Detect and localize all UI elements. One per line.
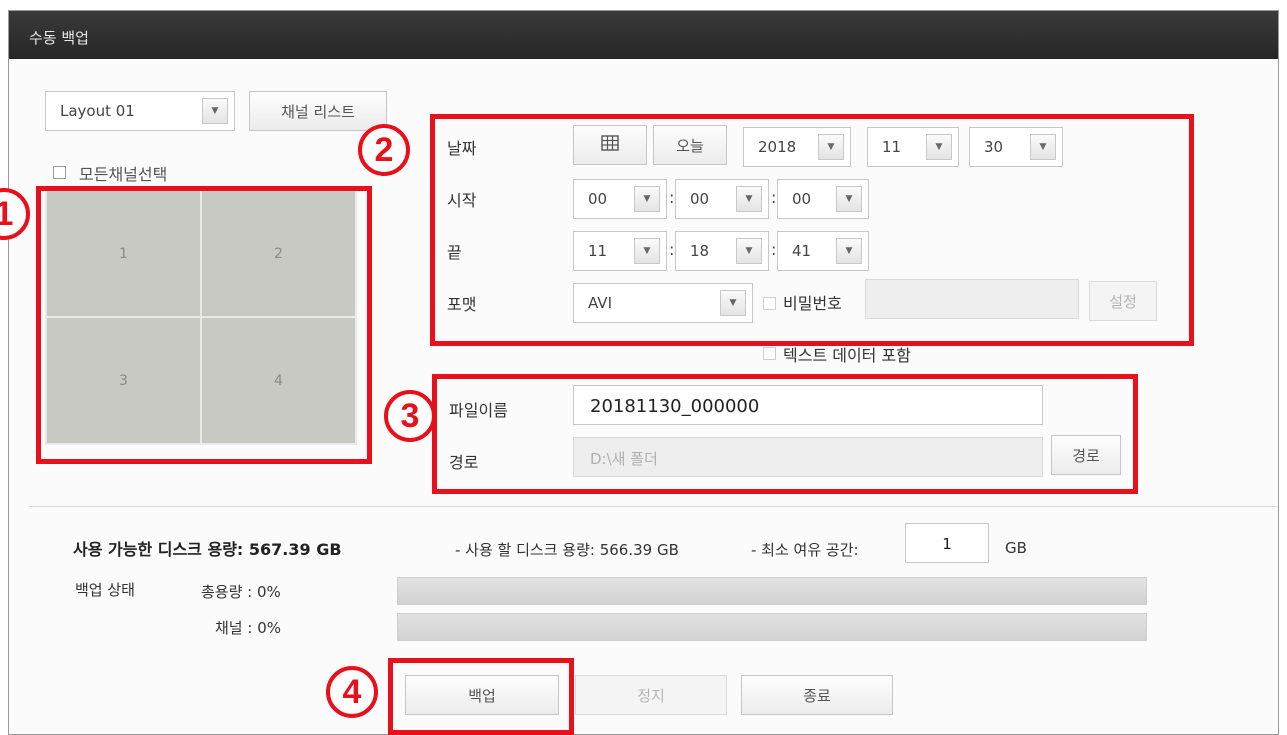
calendar-button[interactable] (573, 125, 647, 165)
manual-backup-window: 수동 백업 Layout 01 ▼ 채널 리스트 모든채널선택 1 2 3 4 … (8, 10, 1279, 735)
end-min-value: 18 (690, 242, 710, 260)
end-hour-value: 11 (588, 242, 608, 260)
start-min-select[interactable]: 00 ▼ (675, 179, 769, 219)
chevron-down-icon: ▼ (202, 98, 228, 124)
path-button[interactable]: 경로 (1051, 435, 1121, 475)
annotation-badge-3: 3 (384, 390, 436, 442)
backup-button[interactable]: 백업 (405, 675, 559, 715)
chevron-down-icon: ▼ (736, 186, 762, 212)
set-password-button[interactable]: 설정 (1089, 281, 1157, 321)
file-name-field[interactable]: 20181130_000000 (573, 385, 1043, 425)
select-all-channels-checkbox[interactable] (53, 166, 66, 179)
password-label: 비밀번호 (783, 294, 842, 313)
format-label: 포맷 (447, 295, 477, 314)
chevron-down-icon: ▼ (634, 238, 660, 264)
day-value: 30 (984, 138, 1004, 156)
chevron-down-icon: ▼ (1030, 134, 1056, 160)
format-select[interactable]: AVI ▼ (573, 283, 753, 323)
chevron-down-icon: ▼ (818, 134, 844, 160)
available-disk-space: 사용 가능한 디스크 용량: 567.39 GB (73, 540, 342, 559)
start-hour-value: 00 (588, 190, 608, 208)
start-sec-select[interactable]: 00 ▼ (777, 179, 869, 219)
channel-list-button[interactable]: 채널 리스트 (249, 91, 387, 131)
channel-cell-1[interactable]: 1 (47, 191, 200, 316)
chevron-down-icon: ▼ (836, 238, 862, 264)
time-separator: : (669, 240, 675, 259)
section-divider (29, 506, 1277, 507)
close-button[interactable]: 종료 (741, 675, 893, 715)
month-select[interactable]: 11 ▼ (867, 127, 959, 167)
channel-progress-bar (397, 613, 1147, 641)
path-label: 경로 (449, 453, 479, 472)
end-label: 끝 (447, 243, 462, 262)
stop-button[interactable]: 정지 (575, 675, 727, 715)
calendar-grid-icon (601, 135, 619, 155)
select-all-channels-label: 모든채널선택 (79, 165, 168, 184)
channel-cell-4[interactable]: 4 (202, 318, 355, 443)
start-min-value: 00 (690, 190, 710, 208)
end-sec-value: 41 (792, 242, 812, 260)
end-sec-select[interactable]: 41 ▼ (777, 231, 869, 271)
start-hour-select[interactable]: 00 ▼ (573, 179, 667, 219)
annotation-badge-4: 4 (326, 666, 378, 718)
today-button[interactable]: 오늘 (653, 125, 727, 165)
time-separator: : (771, 240, 777, 259)
layout-select[interactable]: Layout 01 ▼ (45, 91, 235, 131)
password-checkbox[interactable] (763, 297, 776, 310)
chevron-down-icon: ▼ (836, 186, 862, 212)
text-data-checkbox[interactable] (763, 347, 776, 360)
layout-select-value: Layout 01 (60, 102, 135, 120)
disk-space-to-use: - 사용 할 디스크 용량: 566.39 GB (455, 541, 679, 559)
path-field[interactable]: D:\새 폴더 (573, 437, 1043, 477)
year-select[interactable]: 2018 ▼ (743, 127, 851, 167)
min-free-space-field[interactable]: 1 (905, 523, 989, 563)
year-value: 2018 (758, 138, 797, 156)
file-name-label: 파일이름 (449, 401, 508, 420)
chevron-down-icon: ▼ (926, 134, 952, 160)
min-free-space-label: - 최소 여유 공간: (751, 541, 859, 559)
date-label: 날짜 (447, 139, 477, 158)
total-progress-bar (397, 577, 1147, 605)
channel-progress-label: 채널 : 0% (215, 619, 281, 637)
channel-grid: 1 2 3 4 (45, 189, 357, 445)
time-separator: : (771, 188, 777, 207)
start-label: 시작 (447, 191, 477, 210)
format-value: AVI (588, 294, 612, 312)
text-data-label: 텍스트 데이터 포함 (783, 346, 911, 365)
end-hour-select[interactable]: 11 ▼ (573, 231, 667, 271)
total-progress-label: 총용량 : 0% (201, 583, 281, 601)
day-select[interactable]: 30 ▼ (969, 127, 1063, 167)
chevron-down-icon: ▼ (720, 290, 746, 316)
password-field[interactable] (865, 279, 1079, 319)
min-free-space-unit: GB (1005, 539, 1027, 557)
start-sec-value: 00 (792, 190, 812, 208)
end-min-select[interactable]: 18 ▼ (675, 231, 769, 271)
channel-cell-2[interactable]: 2 (202, 191, 355, 316)
chevron-down-icon: ▼ (736, 238, 762, 264)
channel-cell-3[interactable]: 3 (47, 318, 200, 443)
time-separator: : (669, 188, 675, 207)
backup-status-label: 백업 상태 (75, 581, 135, 599)
chevron-down-icon: ▼ (634, 186, 660, 212)
annotation-badge-2: 2 (358, 124, 410, 176)
month-value: 11 (882, 138, 902, 156)
window-title: 수동 백업 (9, 11, 1278, 59)
